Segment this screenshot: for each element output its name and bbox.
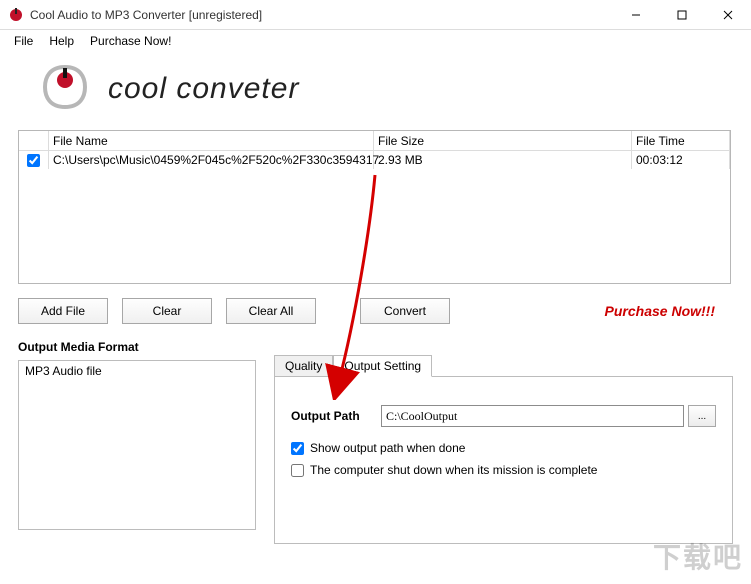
titlebar: Cool Audio to MP3 Converter [unregistere… xyxy=(0,0,751,30)
row-checkbox[interactable] xyxy=(27,154,40,167)
show-output-path-label: Show output path when done xyxy=(310,441,465,455)
tab-output-setting[interactable]: Output Setting xyxy=(333,355,432,377)
table-body: C:\Users\pc\Music\0459%2F045c%2F520c%2F3… xyxy=(19,151,730,283)
file-table: File Name File Size File Time C:\Users\p… xyxy=(18,130,731,284)
window-title: Cool Audio to MP3 Converter [unregistere… xyxy=(30,8,262,22)
menu-file[interactable]: File xyxy=(6,32,41,50)
table-header: File Name File Size File Time xyxy=(19,131,730,151)
menu-purchase[interactable]: Purchase Now! xyxy=(82,32,179,50)
tab-quality[interactable]: Quality xyxy=(274,355,333,377)
maximize-button[interactable] xyxy=(659,0,705,30)
tab-area: Quality Output Setting Output Path ... S… xyxy=(274,334,733,544)
table-row[interactable]: C:\Users\pc\Music\0459%2F045c%2F520c%2F3… xyxy=(19,151,730,169)
shutdown-label: The computer shut down when its mission … xyxy=(310,463,597,477)
logo-text: cool conveter xyxy=(108,72,299,105)
cell-filesize: 2.93 MB xyxy=(374,151,632,169)
omf-label: Output Media Format xyxy=(18,340,256,354)
app-icon xyxy=(8,7,24,23)
cell-filename: C:\Users\pc\Music\0459%2F045c%2F520c%2F3… xyxy=(49,151,374,169)
add-file-button[interactable]: Add File xyxy=(18,298,108,324)
output-media-format-section: Output Media Format MP3 Audio file xyxy=(18,334,256,544)
menubar: File Help Purchase Now! xyxy=(0,30,751,52)
shutdown-checkbox[interactable] xyxy=(291,464,304,477)
col-filetime[interactable]: File Time xyxy=(632,131,730,151)
watermark: 下载吧 xyxy=(653,536,743,576)
tabs: Quality Output Setting xyxy=(274,354,733,376)
tab-body: Output Path ... Show output path when do… xyxy=(274,376,733,544)
button-row: Add File Clear Clear All Convert Purchas… xyxy=(18,298,733,324)
clear-all-button[interactable]: Clear All xyxy=(226,298,316,324)
purchase-now-link[interactable]: Purchase Now!!! xyxy=(605,303,715,319)
close-button[interactable] xyxy=(705,0,751,30)
browse-button[interactable]: ... xyxy=(688,405,716,427)
cell-filetime: 00:03:12 xyxy=(632,151,730,169)
clear-button[interactable]: Clear xyxy=(122,298,212,324)
convert-button[interactable]: Convert xyxy=(360,298,450,324)
output-path-input[interactable] xyxy=(381,405,684,427)
minimize-button[interactable] xyxy=(613,0,659,30)
list-item[interactable]: MP3 Audio file xyxy=(19,361,255,381)
col-checkbox[interactable] xyxy=(19,131,49,151)
show-output-path-checkbox[interactable] xyxy=(291,442,304,455)
col-filesize[interactable]: File Size xyxy=(374,131,632,151)
col-filename[interactable]: File Name xyxy=(49,131,374,151)
logo: cool conveter xyxy=(30,62,751,122)
omf-list[interactable]: MP3 Audio file xyxy=(18,360,256,530)
menu-help[interactable]: Help xyxy=(41,32,82,50)
output-path-label: Output Path xyxy=(291,409,381,423)
